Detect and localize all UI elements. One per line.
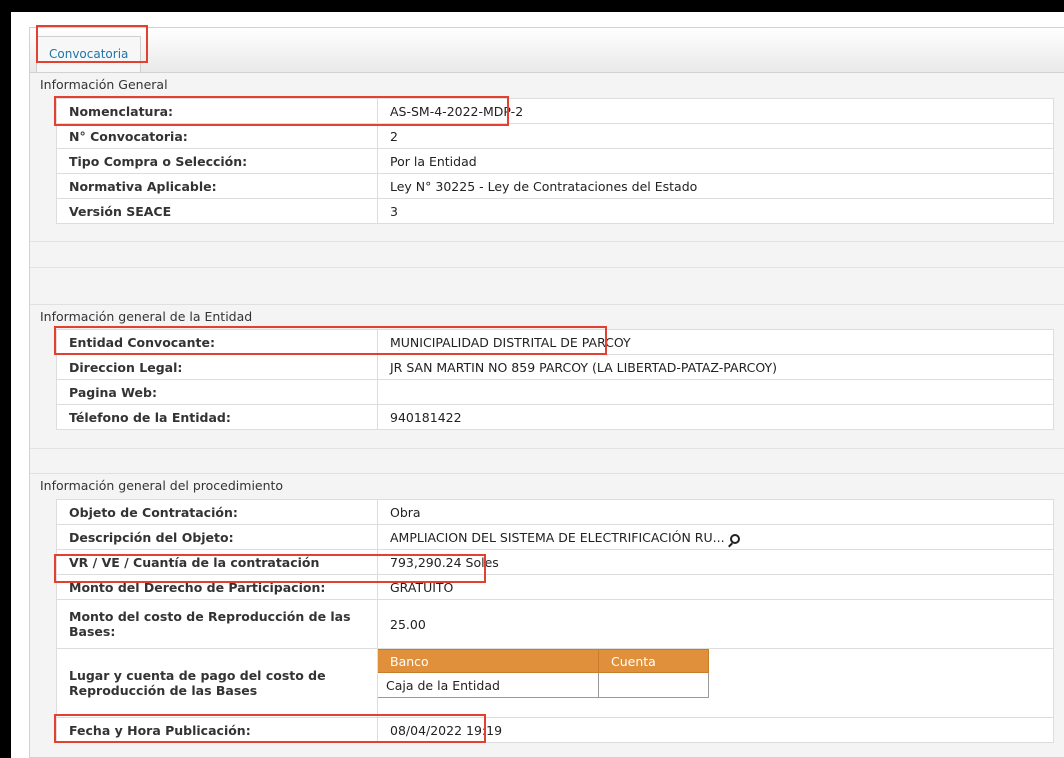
table-row: Entidad Convocante: MUNICIPALIDAD DISTRI…	[56, 329, 1054, 355]
row-value: 08/04/2022 19:19	[377, 717, 1054, 743]
table-row: Fecha y Hora Publicación: 08/04/2022 19:…	[56, 717, 1054, 743]
row-label: Tipo Compra o Selección:	[56, 148, 378, 174]
table-row: Lugar y cuenta de pago del costo de Repr…	[56, 648, 1054, 718]
row-label: Télefono de la Entidad:	[56, 404, 378, 430]
bank-header-cuenta: Cuenta	[598, 649, 709, 673]
section-spacer	[30, 241, 1064, 267]
row-label: Pagina Web:	[56, 379, 378, 405]
row-value: Obra	[377, 499, 1054, 525]
row-label: Objeto de Contratación:	[56, 499, 378, 525]
row-label: Entidad Convocante:	[56, 329, 378, 355]
page-frame: Convocatoria Información General Nomencl…	[11, 12, 1064, 758]
row-label: Versión SEACE	[56, 198, 378, 224]
table-row: Nomenclatura: AS-SM-4-2022-MDP-2	[56, 98, 1054, 124]
row-value: AS-SM-4-2022-MDP-2	[377, 98, 1054, 124]
row-label: Normativa Aplicable:	[56, 173, 378, 199]
section-title-procedimiento: Información general del procedimiento	[30, 473, 1064, 497]
table-row: Objeto de Contratación: Obra	[56, 499, 1054, 525]
table-row: N° Convocatoria: 2	[56, 123, 1054, 149]
row-value	[377, 379, 1054, 405]
section-spacer	[30, 267, 1064, 299]
section-title-general: Información General	[40, 77, 168, 92]
row-value: 3	[377, 198, 1054, 224]
row-value: Por la Entidad	[377, 148, 1054, 174]
row-value: 793,290.24 Soles	[377, 549, 1054, 575]
tab-convocatoria[interactable]: Convocatoria	[36, 36, 142, 74]
bank-header-banco: Banco	[378, 649, 599, 673]
procedimiento-info-table: Objeto de Contratación: Obra Descripción…	[56, 499, 1054, 743]
section-spacer	[30, 448, 1064, 474]
row-label: Monto del Derecho de Participacion:	[56, 574, 378, 600]
row-label: Nomenclatura:	[56, 98, 378, 124]
row-value: 25.00	[377, 599, 1054, 649]
bank-cell: Caja de la Entidad	[378, 672, 599, 698]
row-value: AMPLIACION DEL SISTEMA DE ELECTRIFICACIÓ…	[377, 524, 1054, 550]
bank-cell	[598, 672, 709, 698]
row-value: Ley N° 30225 - Ley de Contrataciones del…	[377, 173, 1054, 199]
table-row: Caja de la Entidad	[378, 672, 709, 698]
description-text: AMPLIACION DEL SISTEMA DE ELECTRIFICACIÓ…	[390, 529, 725, 545]
magnifier-icon[interactable]	[729, 533, 740, 544]
table-row: Télefono de la Entidad: 940181422	[56, 404, 1054, 430]
bank-table: Banco Cuenta Caja de la Entidad	[378, 649, 709, 698]
content-panel: Información General Nomenclatura: AS-SM-…	[29, 72, 1064, 758]
table-row: VR / VE / Cuantía de la contratación 793…	[56, 549, 1054, 575]
general-info-table: Nomenclatura: AS-SM-4-2022-MDP-2 N° Conv…	[56, 98, 1054, 224]
row-label: Fecha y Hora Publicación:	[56, 717, 378, 743]
tab-strip: Convocatoria	[29, 27, 1064, 74]
row-value: JR SAN MARTIN NO 859 PARCOY (LA LIBERTAD…	[377, 354, 1054, 380]
table-row: Versión SEACE 3	[56, 198, 1054, 224]
row-label: N° Convocatoria:	[56, 123, 378, 149]
table-row: Monto del Derecho de Participacion: GRAT…	[56, 574, 1054, 600]
row-value: 2	[377, 123, 1054, 149]
entidad-info-table: Entidad Convocante: MUNICIPALIDAD DISTRI…	[56, 329, 1054, 430]
row-value: GRATUITO	[377, 574, 1054, 600]
table-row: Normativa Aplicable: Ley N° 30225 - Ley …	[56, 173, 1054, 199]
row-value: 940181422	[377, 404, 1054, 430]
row-label: VR / VE / Cuantía de la contratación	[56, 549, 378, 575]
table-row: Pagina Web:	[56, 379, 1054, 405]
table-row: Direccion Legal: JR SAN MARTIN NO 859 PA…	[56, 354, 1054, 380]
table-row: Tipo Compra o Selección: Por la Entidad	[56, 148, 1054, 174]
row-value: MUNICIPALIDAD DISTRITAL DE PARCOY	[377, 329, 1054, 355]
table-row: Monto del costo de Reproducción de las B…	[56, 599, 1054, 649]
row-label: Direccion Legal:	[56, 354, 378, 380]
row-label: Monto del costo de Reproducción de las B…	[56, 599, 378, 649]
row-label: Descripción del Objeto:	[56, 524, 378, 550]
row-label: Lugar y cuenta de pago del costo de Repr…	[56, 648, 378, 718]
row-value: Banco Cuenta Caja de la Entidad	[377, 648, 1054, 718]
table-row: Descripción del Objeto: AMPLIACION DEL S…	[56, 524, 1054, 550]
section-title-entidad: Información general de la Entidad	[30, 304, 1064, 328]
